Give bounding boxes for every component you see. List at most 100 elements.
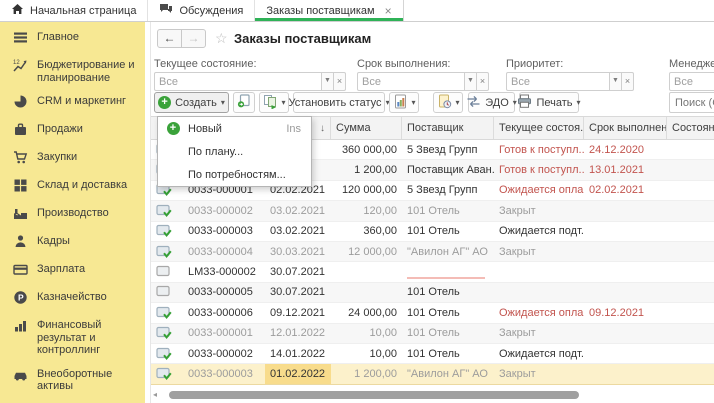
cell-state2 [667, 242, 714, 261]
sidebar-item-crm[interactable]: CRM и маркетинг [0, 90, 150, 118]
posted-document-icon [151, 303, 183, 322]
clear-filter-icon[interactable]: × [622, 72, 634, 91]
table-row[interactable]: 0033-00000303.02.2021360,00101 ОтельОжид… [151, 222, 714, 242]
cell-supplier: 101 Отель [402, 303, 494, 322]
sidebar-item-label: Главное [37, 31, 142, 44]
cell-supplier: 101 Отель [402, 324, 494, 343]
menu-item-2[interactable]: По плану... [158, 140, 311, 163]
sidebar-item-label: Закупки [37, 151, 142, 164]
create-dropdown-menu: +НовыйInsПо плану...По потребностям... [157, 116, 312, 187]
menu-item-1[interactable]: +НовыйIns [158, 117, 311, 140]
salary-icon [13, 263, 28, 280]
sidebar-item-treasury[interactable]: PКазначейство [0, 286, 150, 314]
sidebar-item-purchases[interactable]: Закупки [0, 146, 150, 174]
table-row[interactable]: 0033-00000530.07.2021101 Отель [151, 283, 714, 303]
print-button[interactable]: Печать ▾ [519, 92, 579, 113]
tab-close-icon[interactable]: × [385, 4, 392, 18]
favorite-star-icon[interactable]: ☆ [215, 30, 228, 47]
history-back-button[interactable]: ← [157, 29, 182, 48]
sidebar-item-sales[interactable]: Продажи [0, 118, 150, 146]
cell-supplier [402, 262, 494, 281]
sidebar-item-production[interactable]: Производство [0, 202, 150, 230]
column-header-supplier[interactable]: Поставщик [402, 117, 494, 139]
orders-list-form: ← → ☆ Заказы поставщикам Текущее состоян… [150, 22, 714, 403]
chevron-down-icon: ▾ [513, 98, 517, 107]
create-button[interactable]: + Создать ▾ [154, 92, 229, 113]
scrollbar-thumb[interactable] [169, 391, 579, 399]
cell-supplier: "Авилон АГ" АО [402, 242, 494, 261]
table-row[interactable]: 0033-00000112.01.202210,00101 ОтельЗакры… [151, 324, 714, 344]
crm-icon [13, 95, 28, 112]
create-based-on-button[interactable]: ▾ [259, 92, 289, 113]
cell-due-date [584, 222, 667, 241]
cell-sum: 10,00 [331, 344, 402, 363]
chevron-down-icon[interactable]: ▼ [322, 72, 334, 91]
filter-label: Менеджер: [669, 58, 714, 70]
cell-sum: 1 200,00 [331, 364, 402, 383]
horizontal-scrollbar: ◂ [151, 389, 714, 401]
page-title: Заказы поставщикам [234, 31, 371, 46]
column-header-state2[interactable]: Состояние [667, 117, 714, 139]
chevron-down-icon[interactable]: ▼ [610, 72, 622, 91]
due-date-input[interactable] [357, 72, 465, 91]
sidebar-item-finance[interactable]: Финансовый результат и контроллинг [0, 314, 150, 363]
sidebar-item-regulated[interactable]: Регламентированный учет [0, 399, 150, 403]
unposted-document-icon [151, 262, 183, 281]
sidebar-item-salary[interactable]: Зарплата [0, 258, 150, 286]
cell-sum: 12 000,00 [331, 242, 402, 261]
sidebar-item-label: Казначейство [37, 291, 142, 304]
table-row[interactable]: 0033-00000430.03.202112 000,00"Авилон АГ… [151, 242, 714, 262]
table-row[interactable]: 0033-00000214.01.202210,00101 ОтельОжида… [151, 344, 714, 364]
search-input[interactable] [669, 92, 714, 113]
menu-item-3[interactable]: По потребностям... [158, 163, 311, 186]
cell-supplier: Поставщик Аван... [402, 160, 494, 179]
column-header-current-state[interactable]: Текущее состоя... [494, 117, 584, 139]
priority-input[interactable] [506, 72, 610, 91]
sidebar-item-sections[interactable]: Главное [0, 26, 150, 54]
sidebar-item-label: Склад и доставка [37, 179, 142, 192]
sidebar-item-budgeting[interactable]: 12Бюджетирование и планирование [0, 54, 150, 90]
cell-due-date: 24.12.2020 [584, 140, 667, 159]
sidebar-item-hr[interactable]: Кадры [0, 230, 150, 258]
window-tab-1[interactable]: Начальная страница [0, 0, 148, 21]
menu-item-label: Новый [188, 123, 278, 135]
attachments-button[interactable]: ▾ [433, 92, 463, 113]
table-row[interactable]: 0033-00000609.12.202124 000,00101 ОтельО… [151, 303, 714, 323]
table-row[interactable]: LM33-00000230.07.2021 [151, 262, 714, 282]
menu-item-label: По потребностям... [188, 169, 293, 181]
cell-sum: 1 200,00 [331, 160, 402, 179]
manager-input[interactable] [669, 72, 714, 91]
cell-state2 [667, 283, 714, 302]
cell-current-state [494, 283, 584, 302]
cell-number: 0033-000006 [183, 303, 265, 322]
sidebar-item-warehouse[interactable]: Склад и доставка [0, 174, 150, 202]
cell-due-date [584, 242, 667, 261]
scroll-left-icon[interactable]: ◂ [153, 390, 157, 399]
cell-current-state: Ожидается опла... [494, 303, 584, 322]
cell-supplier: 5 Звезд Групп [402, 140, 494, 159]
reports-button[interactable]: ▾ [389, 92, 419, 113]
copy-document-button[interactable] [233, 92, 255, 113]
required-field-underline [407, 277, 485, 279]
column-header-sum[interactable]: Сумма [331, 117, 402, 139]
window-tab-3[interactable]: Заказы поставщикам× [255, 0, 403, 21]
cell-current-state: Готов к поступл... [494, 160, 584, 179]
clear-filter-icon[interactable]: × [334, 72, 346, 91]
clear-filter-icon[interactable]: × [477, 72, 489, 91]
cell-due-date [584, 344, 667, 363]
print-label: Печать [536, 97, 572, 109]
sidebar-item-assets[interactable]: Внеоборотные активы [0, 363, 150, 399]
plus-icon: + [166, 122, 180, 135]
table-row[interactable]: 0033-00000203.02.2021120,00101 ОтельЗакр… [151, 201, 714, 221]
cell-state2 [667, 222, 714, 241]
history-forward-button[interactable]: → [181, 29, 206, 48]
chevron-down-icon[interactable]: ▼ [465, 72, 477, 91]
edo-button[interactable]: ЭДО ▾ [468, 92, 515, 113]
current-state-input[interactable] [154, 72, 322, 91]
filter-manager: Менеджер: ▼ × [669, 58, 714, 91]
column-header-due-date[interactable]: Срок выполнения [584, 117, 667, 139]
cell-supplier: 101 Отель [402, 283, 494, 302]
table-row[interactable]: 0033-00000301.02.20221 200,00"Авилон АГ"… [151, 364, 714, 384]
set-status-button[interactable]: Установить статус ▾ [293, 92, 385, 113]
window-tab-2[interactable]: Обсуждения [148, 0, 255, 21]
